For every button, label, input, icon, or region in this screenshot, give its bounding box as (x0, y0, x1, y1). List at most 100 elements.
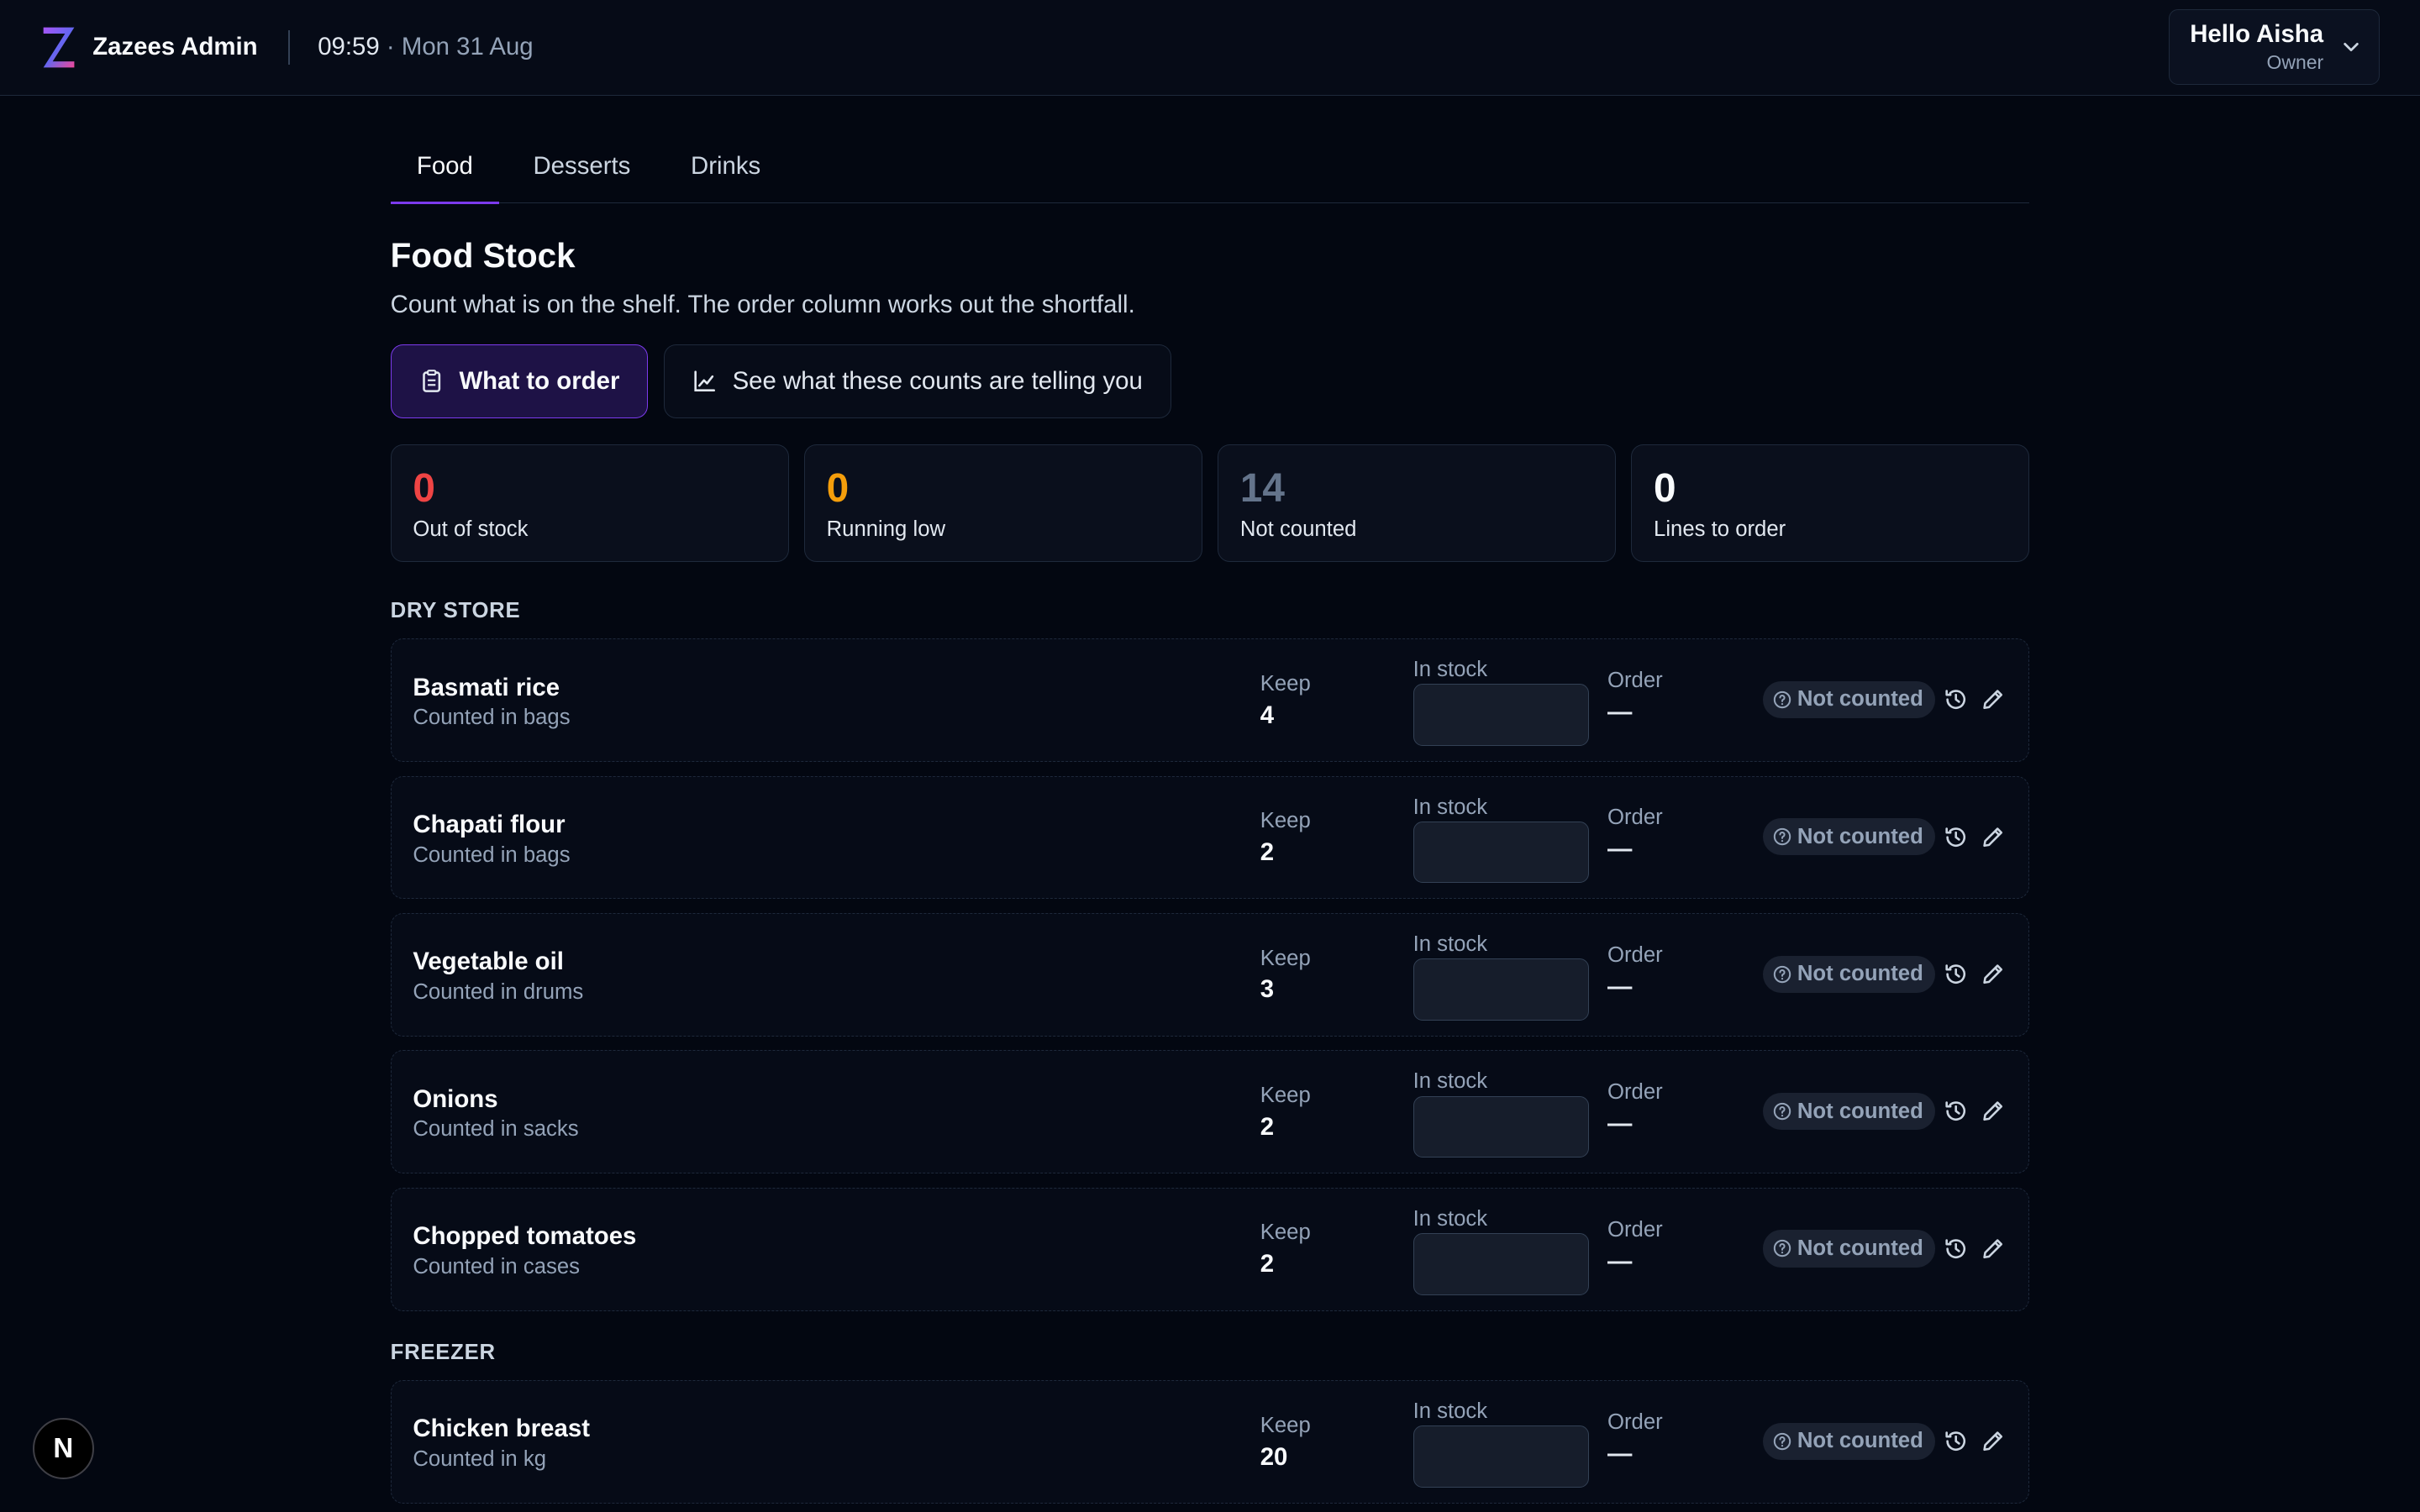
in-stock-input[interactable] (1413, 1095, 1589, 1158)
stat-value: 0 (1654, 465, 1676, 511)
in-stock-label: In stock (1413, 1206, 1488, 1231)
keep-value: 4 (1260, 701, 1275, 729)
item-unit: Counted in drums (413, 979, 584, 1004)
stock-row: Basmati rice Counted in bags Keep 4 In s… (390, 638, 2030, 763)
stock-row: Chicken breast Counted in kg Keep 20 In … (390, 1380, 2030, 1504)
in-stock-label: In stock (1413, 1399, 1488, 1424)
pencil-icon[interactable] (1981, 962, 2005, 986)
question-circle-icon (1773, 1102, 1791, 1121)
item-name: Vegetable oil (413, 948, 564, 976)
order-label: Order (1607, 669, 1663, 693)
status-badge: Not counted (1763, 1422, 1936, 1460)
order-value: — (1607, 1110, 1633, 1138)
section-title-dry-store: DRY STORE (390, 598, 521, 622)
in-stock-input[interactable] (1413, 1425, 1589, 1488)
keep-label: Keep (1260, 809, 1311, 833)
in-stock-input[interactable] (1413, 1233, 1589, 1295)
current-date: · Mon 31 Aug (386, 33, 534, 61)
stat-value: 0 (826, 465, 850, 511)
status-label: Not counted (1797, 1236, 1923, 1260)
order-value: — (1607, 697, 1633, 726)
order-label: Order (1607, 1080, 1663, 1105)
tab-drinks[interactable]: Drinks (665, 152, 787, 205)
item-name: Chopped tomatoes (413, 1222, 637, 1251)
pencil-icon[interactable] (1981, 1099, 2005, 1123)
item-name: Basmati rice (413, 673, 560, 701)
question-circle-icon (1773, 690, 1791, 708)
in-stock-label: In stock (1413, 1069, 1488, 1094)
stock-list-freezer: Chicken breast Counted in kg Keep 20 In … (390, 1380, 2030, 1504)
dev-tools-button[interactable]: N (32, 1417, 95, 1480)
main-content: Food Desserts Drinks Food Stock Count wh… (390, 96, 2030, 1512)
page-title: Food Stock (390, 236, 576, 275)
clock: 09:59 · Mon 31 Aug (318, 33, 533, 61)
user-greeting: Hello Aisha (2190, 20, 2324, 49)
keep-value: 2 (1260, 838, 1275, 867)
status-badge: Not counted (1763, 680, 1936, 718)
in-stock-input[interactable] (1413, 958, 1589, 1021)
chevron-down-icon (2344, 42, 2359, 52)
order-value: — (1607, 972, 1633, 1000)
category-tabs: Food Desserts Drinks (390, 96, 2030, 205)
stat-value: 0 (413, 465, 435, 511)
stock-row: Chapati flour Counted in bags Keep 2 In … (390, 775, 2030, 900)
action-bar: What to order See what these counts are … (390, 344, 2030, 418)
status-badge: Not counted (1763, 1093, 1936, 1131)
status-badge: Not counted (1763, 955, 1936, 993)
pencil-icon[interactable] (1981, 1429, 2005, 1453)
history-icon[interactable] (1944, 962, 1968, 986)
keep-label: Keep (1260, 1084, 1311, 1107)
status-badge: Not counted (1763, 818, 1936, 856)
zazees-logo-icon (43, 27, 75, 68)
history-icon[interactable] (1944, 687, 1968, 711)
stock-row: Onions Counted in sacks Keep 2 In stock … (390, 1050, 2030, 1174)
user-menu-button[interactable]: Hello Aisha Owner (2168, 9, 2381, 85)
keep-label: Keep (1260, 1413, 1311, 1437)
item-name: Chicken breast (413, 1415, 590, 1443)
header-divider (288, 30, 291, 65)
keep-label: Keep (1260, 946, 1311, 970)
stat-label: Out of stock (413, 517, 529, 542)
stat-label: Running low (826, 517, 946, 542)
dev-badge-letter: N (53, 1432, 74, 1464)
stock-row: Chopped tomatoes Counted in cases Keep 2… (390, 1187, 2030, 1311)
pencil-icon[interactable] (1981, 1236, 2005, 1261)
in-stock-input[interactable] (1413, 821, 1589, 884)
see-counts-label: See what these counts are telling you (732, 366, 1143, 395)
item-unit: Counted in bags (413, 843, 571, 867)
page-subtitle: Count what is on the shelf. The order co… (390, 291, 1135, 319)
keep-value: 3 (1260, 975, 1275, 1004)
history-icon[interactable] (1944, 1236, 1968, 1261)
user-role: Owner (2266, 50, 2324, 73)
keep-value: 2 (1260, 1250, 1275, 1278)
order-label: Order (1607, 1410, 1663, 1434)
question-circle-icon (1773, 965, 1791, 983)
history-icon[interactable] (1944, 1429, 1968, 1453)
in-stock-label: In stock (1413, 795, 1488, 819)
top-bar: Zazees Admin 09:59 · Mon 31 Aug Hello Ai… (0, 0, 2420, 96)
item-unit: Counted in cases (413, 1254, 580, 1278)
pencil-icon[interactable] (1981, 825, 2005, 849)
current-time: 09:59 (318, 33, 380, 61)
status-badge: Not counted (1763, 1230, 1936, 1268)
line-chart-icon (694, 370, 715, 392)
order-value: — (1607, 835, 1633, 864)
order-label: Order (1607, 1217, 1663, 1242)
history-icon[interactable] (1944, 825, 1968, 849)
in-stock-input[interactable] (1413, 684, 1589, 746)
status-label: Not counted (1797, 687, 1923, 711)
tab-desserts[interactable]: Desserts (507, 152, 656, 205)
stat-running-low: 0 Running low (803, 444, 1202, 562)
status-label: Not counted (1797, 1429, 1923, 1453)
history-icon[interactable] (1944, 1099, 1968, 1123)
what-to-order-button[interactable]: What to order (390, 344, 649, 418)
order-value: — (1607, 1247, 1633, 1275)
order-label: Order (1607, 942, 1663, 967)
order-label: Order (1607, 806, 1663, 830)
see-counts-button[interactable]: See what these counts are telling you (663, 344, 1171, 418)
status-label: Not counted (1797, 962, 1923, 986)
pencil-icon[interactable] (1981, 687, 2005, 711)
stat-value: 14 (1239, 465, 1285, 511)
tab-food[interactable]: Food (390, 152, 500, 205)
in-stock-label: In stock (1413, 658, 1488, 682)
